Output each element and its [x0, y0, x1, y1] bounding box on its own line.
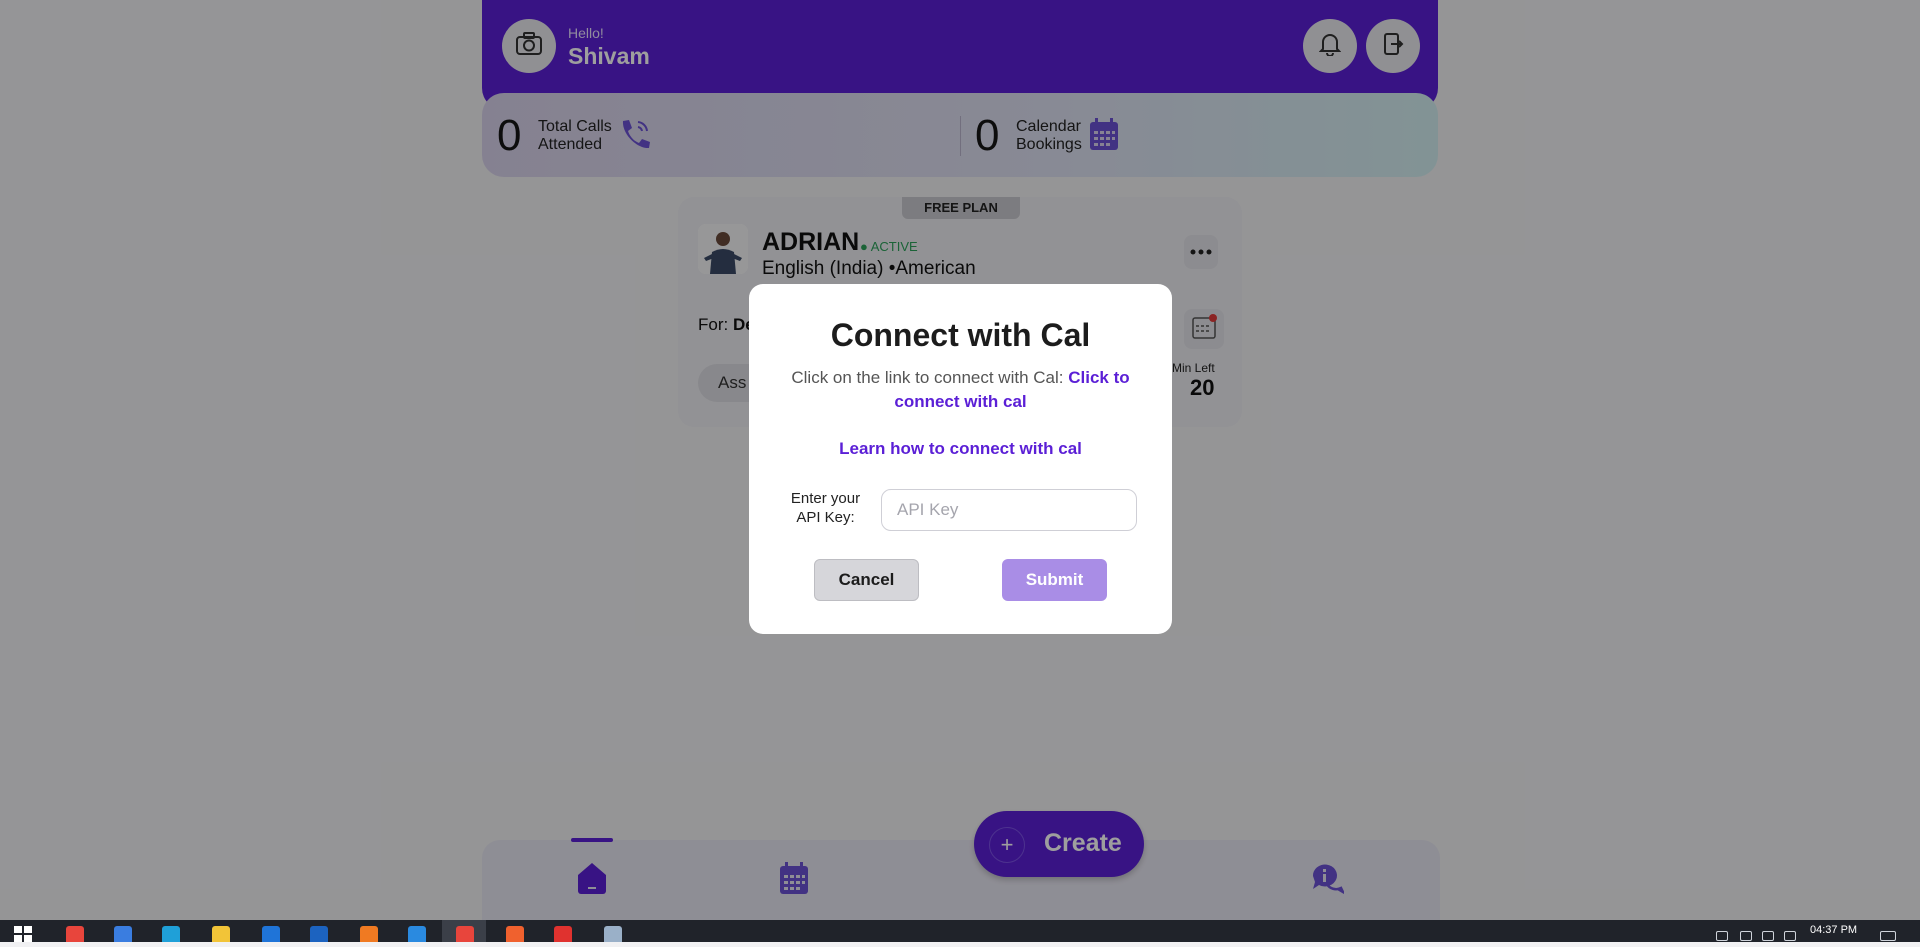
- outlook-icon[interactable]: [310, 926, 328, 942]
- clock[interactable]: 04:37 PM: [1810, 924, 1857, 936]
- vscode-icon[interactable]: [408, 926, 426, 942]
- api-key-input[interactable]: [881, 489, 1137, 531]
- brave-icon[interactable]: [554, 926, 572, 942]
- wifi-icon[interactable]: [1740, 931, 1752, 941]
- edge-icon[interactable]: [162, 926, 180, 942]
- api-key-label: Enter your API Key:: [790, 490, 861, 526]
- chrome-active-icon[interactable]: [456, 926, 474, 942]
- submit-button[interactable]: Submit: [1002, 559, 1107, 601]
- battery-icon[interactable]: [1762, 931, 1774, 941]
- tray-chevron-icon[interactable]: [1716, 931, 1728, 941]
- copilot-icon[interactable]: [114, 926, 132, 942]
- store-icon[interactable]: [262, 926, 280, 942]
- connect-cal-modal: Connect with Cal Click on the link to co…: [749, 284, 1172, 634]
- learn-connect-link[interactable]: Learn how to connect with cal: [749, 439, 1172, 459]
- file-explorer-icon[interactable]: [212, 926, 230, 942]
- volume-icon[interactable]: [1784, 931, 1796, 941]
- taskbar: 04:37 PM: [0, 920, 1920, 942]
- cancel-button[interactable]: Cancel: [814, 559, 919, 601]
- modal-title: Connect with Cal: [830, 317, 1091, 353]
- postman-icon[interactable]: [506, 926, 524, 942]
- notifications-icon[interactable]: [1880, 931, 1896, 941]
- windows-start-icon[interactable]: [14, 926, 32, 947]
- notepad-icon[interactable]: [604, 926, 622, 942]
- chrome-icon[interactable]: [66, 926, 84, 942]
- app-icon[interactable]: [360, 926, 378, 942]
- modal-description: Click on the link to connect with Cal: C…: [791, 368, 1130, 411]
